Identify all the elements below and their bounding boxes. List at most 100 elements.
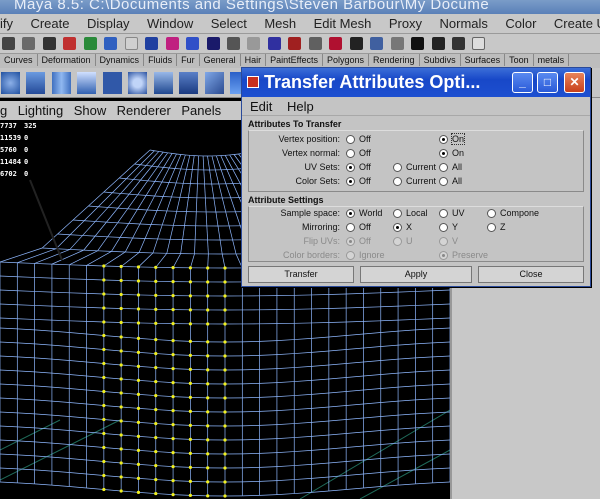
poly-cone-icon[interactable] (77, 72, 97, 94)
flip-uvs-u-radio[interactable] (393, 237, 402, 246)
vertex-position-on-label: On (450, 133, 466, 145)
menu-create[interactable]: Create (30, 14, 69, 31)
chevron-down-icon[interactable] (472, 37, 486, 50)
hud-faces: 5760 0 (0, 146, 29, 154)
input-ops-icon[interactable] (267, 37, 281, 50)
tab-polygons[interactable]: Polygons (323, 54, 370, 66)
snap-curve-icon[interactable] (165, 37, 179, 50)
output-ops-icon[interactable] (288, 37, 302, 50)
menu-window[interactable]: Window (147, 14, 193, 31)
uv-sets-current-radio[interactable] (393, 163, 402, 172)
menu-normals[interactable]: Normals (440, 14, 488, 31)
menu-proxy[interactable]: Proxy (389, 14, 422, 31)
mirroring-y-radio[interactable] (439, 223, 448, 232)
sample-space-component-radio[interactable] (487, 209, 496, 218)
poly-plane-icon[interactable] (102, 72, 122, 94)
menu-help[interactable]: Help (287, 99, 314, 114)
history-icon[interactable] (226, 37, 240, 50)
vertex-normal-off-radio[interactable] (346, 149, 355, 158)
sample-space-uv-radio[interactable] (439, 209, 448, 218)
maya-app-icon (247, 76, 259, 88)
poly-prism-icon[interactable] (153, 72, 173, 94)
new-scene-icon[interactable] (2, 37, 15, 50)
maximize-button[interactable]: □ (537, 72, 558, 93)
panel-menu-shading[interactable]: g (0, 101, 7, 118)
uv-sets-all-radio[interactable] (439, 163, 448, 172)
color-sets-current-radio[interactable] (393, 177, 402, 186)
menu-edit-mesh[interactable]: Edit Mesh (314, 14, 372, 31)
poly-cube-icon[interactable] (26, 72, 46, 94)
menu-modify[interactable]: ify (0, 14, 13, 31)
poly-pyramid-icon[interactable] (179, 72, 199, 94)
dialog-title-bar[interactable]: Transfer Attributes Opti... _ □ ✕ (242, 68, 590, 97)
vertex-position-off-radio[interactable] (346, 135, 355, 144)
flip-uvs-off-radio[interactable] (346, 237, 355, 246)
mirroring-x-radio[interactable] (393, 223, 402, 232)
hypershade-icon[interactable] (451, 37, 465, 50)
tab-curves[interactable]: Curves (0, 54, 38, 66)
select-hierarchy-icon[interactable] (63, 37, 77, 50)
tab-toon[interactable]: Toon (505, 54, 534, 66)
sample-space-uv-label: UV (452, 208, 465, 218)
close-button[interactable]: Close (478, 266, 584, 283)
tab-hair[interactable]: Hair (241, 54, 267, 66)
apply-button[interactable]: Apply (360, 266, 472, 283)
snap-grid-icon[interactable] (145, 37, 159, 50)
panel-menu-show[interactable]: Show (74, 101, 107, 118)
sample-space-local-radio[interactable] (393, 209, 402, 218)
tab-fluids[interactable]: Fluids (144, 54, 178, 66)
menu-color[interactable]: Color (505, 14, 536, 31)
poly-torus-icon[interactable] (128, 72, 148, 94)
poly-sphere-icon[interactable] (1, 72, 20, 94)
select-object-icon[interactable] (83, 37, 97, 50)
snap-point-icon[interactable] (186, 37, 200, 50)
arrow-icon[interactable] (349, 37, 363, 50)
tab-rendering[interactable]: Rendering (369, 54, 420, 66)
close-window-button[interactable]: ✕ (564, 72, 585, 93)
tab-painteffects[interactable]: PaintEffects (266, 54, 323, 66)
flip-uvs-v-radio[interactable] (439, 237, 448, 246)
panel-menu-renderer[interactable]: Renderer (117, 101, 171, 118)
vertex-normal-on-radio[interactable] (439, 149, 448, 158)
vertex-mask-icon[interactable] (124, 37, 138, 50)
poly-cylinder-icon[interactable] (51, 72, 71, 94)
construction-icon[interactable] (308, 37, 322, 50)
tab-dynamics[interactable]: Dynamics (96, 54, 145, 66)
render-icon[interactable] (390, 37, 404, 50)
render-view-icon[interactable] (370, 37, 384, 50)
sample-space-world-radio[interactable] (346, 209, 355, 218)
snap-plane-icon[interactable] (206, 37, 220, 50)
panel-menu-panels[interactable]: Panels (181, 101, 221, 118)
render-settings-icon[interactable] (431, 37, 445, 50)
ipr-render-icon[interactable] (411, 37, 425, 50)
panel-menu-lighting[interactable]: Lighting (18, 101, 64, 118)
minimize-button[interactable]: _ (512, 72, 533, 93)
vertex-position-on-radio[interactable] (439, 135, 448, 144)
lock-icon[interactable] (247, 37, 261, 50)
menu-create-uvs[interactable]: Create UVs (554, 14, 600, 31)
select-component-icon[interactable] (104, 37, 118, 50)
poly-pipe-icon[interactable] (204, 72, 224, 94)
mirroring-z-radio[interactable] (487, 223, 496, 232)
tab-subdivs[interactable]: Subdivs (420, 54, 461, 66)
menu-select[interactable]: Select (211, 14, 247, 31)
open-scene-icon[interactable] (22, 37, 36, 50)
save-scene-icon[interactable] (42, 37, 56, 50)
color-sets-off-radio[interactable] (346, 177, 355, 186)
magnet-icon[interactable] (329, 37, 343, 50)
menu-mesh[interactable]: Mesh (264, 14, 296, 31)
color-borders-ignore-radio[interactable] (346, 251, 355, 260)
transfer-button[interactable]: Transfer (248, 266, 354, 283)
tab-fur[interactable]: Fur (177, 54, 200, 66)
status-toolbar (0, 34, 600, 54)
color-sets-all-radio[interactable] (439, 177, 448, 186)
tab-general[interactable]: General (200, 54, 241, 66)
color-borders-preserve-radio[interactable] (439, 251, 448, 260)
mirroring-off-radio[interactable] (346, 223, 355, 232)
menu-edit[interactable]: Edit (250, 99, 272, 114)
tab-deformation[interactable]: Deformation (38, 54, 96, 66)
menu-display[interactable]: Display (87, 14, 130, 31)
tab-metals[interactable]: metals (534, 54, 570, 66)
tab-surfaces[interactable]: Surfaces (461, 54, 506, 66)
uv-sets-off-radio[interactable] (346, 163, 355, 172)
